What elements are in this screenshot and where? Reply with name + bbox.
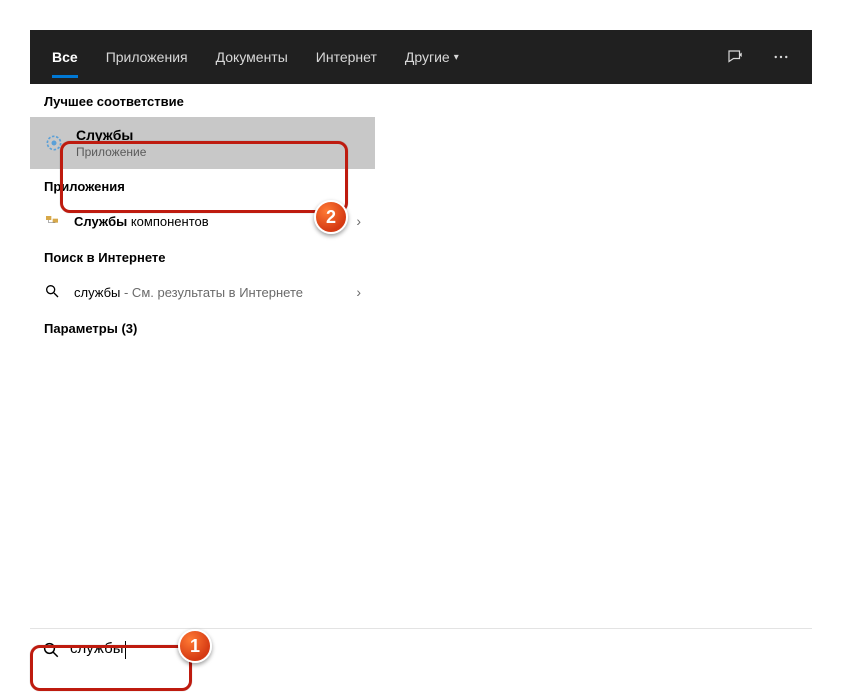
tab-all[interactable]: Все	[38, 30, 92, 84]
search-body: Лучшее соответствие Службы Приложение Пр…	[30, 84, 812, 628]
preview-pane	[375, 84, 812, 628]
services-app-icon	[44, 133, 64, 153]
tab-more-label: Другие	[405, 49, 450, 65]
text-cursor	[125, 641, 126, 659]
tab-documents[interactable]: Документы	[202, 30, 302, 84]
result-app-rest: компонентов	[127, 214, 208, 229]
result-web-label: службы - См. результаты в Интернете	[74, 285, 344, 300]
search-tabs-bar: Все Приложения Документы Интернет Другие…	[30, 30, 812, 84]
result-app-label: Службы компонентов	[74, 214, 344, 229]
section-apps: Приложения	[30, 169, 375, 202]
search-input-text: службы	[70, 640, 124, 657]
result-app-component-services[interactable]: Службы компонентов ›	[30, 202, 375, 240]
result-app-bold: Службы	[74, 214, 127, 229]
best-match-subtitle: Приложение	[76, 145, 146, 159]
result-web-bold: службы	[74, 285, 120, 300]
search-icon	[42, 641, 60, 659]
section-best-match: Лучшее соответствие	[30, 84, 375, 117]
section-web: Поиск в Интернете	[30, 240, 375, 273]
tab-more[interactable]: Другие ▾	[391, 30, 473, 84]
tab-internet[interactable]: Интернет	[302, 30, 391, 84]
chevron-down-icon: ▾	[454, 52, 459, 63]
result-web-rest: - См. результаты в Интернете	[120, 285, 303, 300]
best-match-title: Службы	[76, 127, 146, 143]
best-match-texts: Службы Приложение	[76, 127, 146, 159]
search-window: Все Приложения Документы Интернет Другие…	[30, 30, 812, 670]
chevron-right-icon: ›	[356, 284, 361, 300]
chevron-right-icon: ›	[356, 213, 361, 229]
feedback-icon[interactable]	[712, 48, 758, 66]
tab-apps[interactable]: Приложения	[92, 30, 202, 84]
component-services-icon	[44, 212, 62, 230]
section-params[interactable]: Параметры (3)	[30, 311, 375, 344]
best-match-result[interactable]: Службы Приложение	[30, 117, 375, 169]
search-bar: службы	[30, 628, 812, 670]
search-icon	[44, 283, 62, 301]
results-column: Лучшее соответствие Службы Приложение Пр…	[30, 84, 375, 628]
search-input-display[interactable]: службы	[70, 640, 126, 658]
result-web-search[interactable]: службы - См. результаты в Интернете ›	[30, 273, 375, 311]
more-options-icon[interactable]	[758, 48, 804, 66]
